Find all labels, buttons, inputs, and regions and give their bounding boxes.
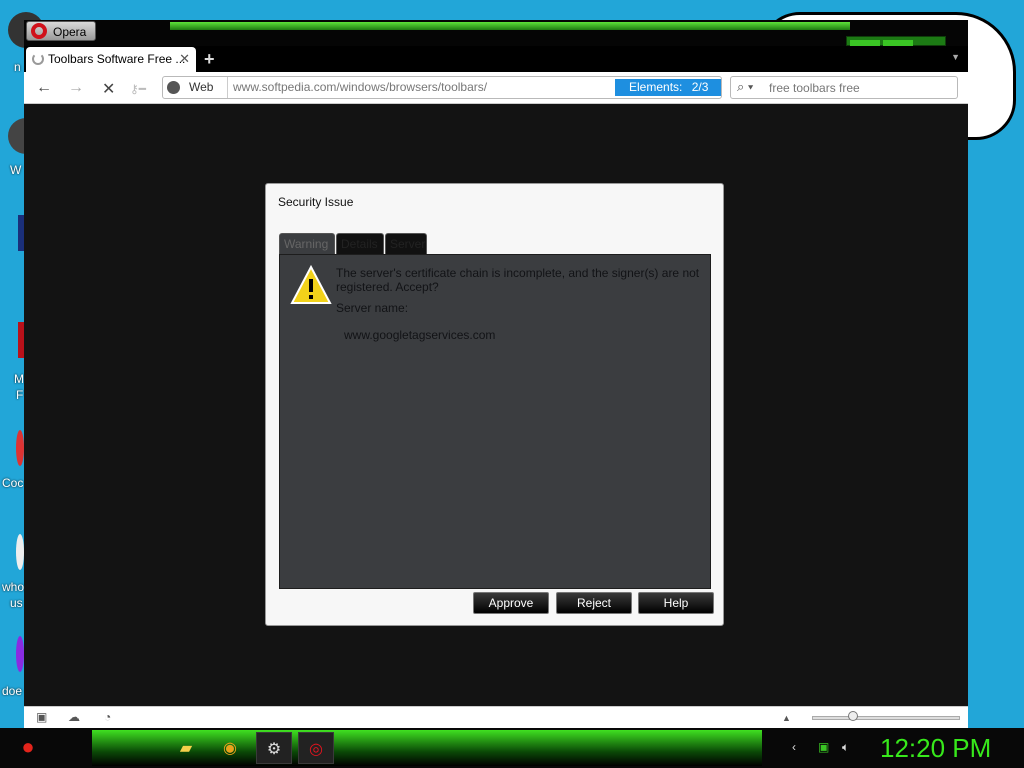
address-bar[interactable]: Web www.softpedia.com/windows/browsers/t… xyxy=(162,76,722,99)
cloud-icon[interactable]: ☁ xyxy=(68,710,80,724)
desktop-label-3: M xyxy=(14,372,24,386)
zoom-up-icon[interactable]: ▲ xyxy=(782,713,791,723)
tray-chevron-icon[interactable]: ‹ xyxy=(792,740,796,754)
approve-button[interactable]: Approve xyxy=(473,592,549,614)
tab-details[interactable]: Details xyxy=(336,233,384,255)
desktop-label-6: who xyxy=(2,580,25,594)
start-angry-bird-icon[interactable]: ● xyxy=(8,732,48,764)
clock[interactable]: 12:20 PM xyxy=(880,733,991,764)
elements-badge[interactable]: Elements: 2/3 xyxy=(615,79,721,96)
back-icon[interactable]: ← xyxy=(36,79,52,97)
warning-panel: The server's certificate chain is incomp… xyxy=(279,254,711,589)
elements-count: 2/3 xyxy=(691,80,709,94)
desktop-icon-5[interactable] xyxy=(16,430,24,466)
folder-icon[interactable]: ▰ xyxy=(168,732,204,764)
address-separator xyxy=(227,77,228,98)
desktop-icon-6[interactable] xyxy=(16,534,24,570)
address-url[interactable]: www.softpedia.com/windows/browsers/toolb… xyxy=(233,80,487,94)
title-bar-accent xyxy=(170,22,850,30)
zoom-slider[interactable] xyxy=(812,716,960,720)
tab-warning[interactable]: Warning xyxy=(279,233,335,255)
server-name-label: Server name: xyxy=(336,301,409,315)
stop-icon[interactable]: ✕ xyxy=(102,79,115,99)
security-dialog: Security Issue Warning Details Server Th… xyxy=(265,183,724,626)
tab-menu-chevron-icon[interactable]: ▼ xyxy=(951,52,960,62)
opera-taskbar-icon[interactable]: ◎ xyxy=(298,732,334,764)
speed-dial-icon[interactable]: ◔ xyxy=(104,710,111,724)
search-icon[interactable]: ⌕ ▾ xyxy=(737,79,753,95)
volume-icon[interactable]: 🔈︎ xyxy=(842,740,849,755)
dialog-title: Security Issue xyxy=(278,195,354,209)
search-field[interactable]: ⌕ ▾ free toolbars free xyxy=(730,76,958,99)
desktop-label-7: us xyxy=(10,596,23,610)
settings-gear-icon[interactable]: ⚙ xyxy=(256,732,292,764)
taskbar: ● ▰ ◉ ⚙ ◎ ‹ ▣ 🔈︎ 12:20 PM xyxy=(0,728,1024,768)
navigation-toolbar: ← → ✕ ⚷━ Web www.softpedia.com/windows/b… xyxy=(24,72,968,104)
help-button[interactable]: Help xyxy=(638,592,714,614)
opera-logo-icon xyxy=(31,23,47,39)
tab-server[interactable]: Server xyxy=(385,233,427,255)
tab-title: Toolbars Software Free ... xyxy=(48,52,186,66)
elements-label: Elements: xyxy=(629,80,683,94)
search-input[interactable]: free toolbars free xyxy=(769,81,860,95)
panel-toggle-icon[interactable]: ▣ xyxy=(36,710,47,724)
key-icon[interactable]: ⚷━ xyxy=(130,82,146,96)
desktop-label-5: Coc xyxy=(2,476,24,490)
warning-icon xyxy=(290,265,332,304)
desktop-label-1: n xyxy=(14,60,21,74)
desktop-label-4: F xyxy=(16,388,24,402)
loading-spinner-icon xyxy=(32,53,44,65)
opera-menu-label: Opera xyxy=(53,25,87,39)
address-scope-label[interactable]: Web xyxy=(169,80,213,94)
window-controls[interactable] xyxy=(846,36,946,62)
network-icon[interactable]: ▣ xyxy=(818,740,829,754)
page-content: Security Issue Warning Details Server Th… xyxy=(24,104,968,706)
tab-bar: Toolbars Software Free ... ✕ + ▼ xyxy=(24,46,968,72)
desktop-label-8: doe xyxy=(2,684,23,698)
status-bar: ▣ ☁ ◔ ▲ xyxy=(24,706,968,728)
desktop-icon-7[interactable] xyxy=(16,636,24,672)
tab-toolbars[interactable]: Toolbars Software Free ... ✕ xyxy=(26,47,196,72)
tab-close-icon[interactable]: ✕ xyxy=(179,51,190,67)
dialog-message: The server's certificate chain is incomp… xyxy=(336,266,700,294)
browser-window: Opera Toolbars Software Free ... ✕ + ▼ ←… xyxy=(24,20,968,728)
forward-icon[interactable]: → xyxy=(68,79,84,97)
desktop-label-2: W xyxy=(10,163,22,177)
server-name-value: www.googletagservices.com xyxy=(344,328,496,342)
zoom-slider-handle[interactable] xyxy=(848,711,858,721)
opera-menu-button[interactable]: Opera xyxy=(26,21,96,41)
reject-button[interactable]: Reject xyxy=(556,592,632,614)
chrome-icon[interactable]: ◉ xyxy=(212,732,248,764)
title-bar: Opera xyxy=(24,20,968,62)
new-tab-button[interactable]: + xyxy=(204,49,215,70)
